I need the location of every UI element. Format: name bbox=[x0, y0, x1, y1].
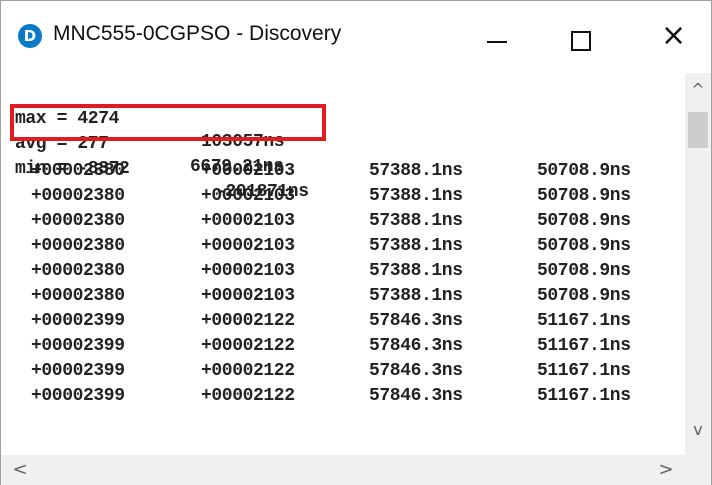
data-cell: 57846.3ns bbox=[369, 336, 463, 356]
data-cell: +00002103 bbox=[201, 161, 295, 181]
data-cell: 50708.9ns bbox=[537, 261, 631, 281]
data-cell: 57388.1ns bbox=[369, 236, 463, 256]
horizontal-scrollbar[interactable]: < > bbox=[1, 455, 685, 485]
vertical-scrollbar[interactable]: ^ v bbox=[685, 73, 711, 455]
data-cell: 57388.1ns bbox=[369, 161, 463, 181]
scroll-right-icon[interactable]: > bbox=[653, 455, 679, 485]
data-cell: 57388.1ns bbox=[369, 211, 463, 231]
scroll-left-icon[interactable]: < bbox=[7, 455, 33, 485]
data-cell: +00002380 bbox=[31, 161, 125, 181]
maximize-button[interactable] bbox=[546, 9, 616, 67]
data-cell: +00002399 bbox=[31, 386, 125, 406]
minimize-button[interactable] bbox=[462, 9, 532, 67]
data-cell: 57846.3ns bbox=[369, 361, 463, 381]
data-cell: +00002380 bbox=[31, 261, 125, 281]
window-title: MNC555-0CGPSO - Discovery bbox=[53, 22, 342, 45]
data-cell: +00002399 bbox=[31, 361, 125, 381]
scroll-down-icon[interactable]: v bbox=[685, 417, 711, 443]
scrollbar-corner bbox=[685, 455, 711, 485]
data-cell: 50708.9ns bbox=[537, 286, 631, 306]
data-cell: 51167.1ns bbox=[537, 361, 631, 381]
data-cell: +00002380 bbox=[31, 286, 125, 306]
data-cell: 50708.9ns bbox=[537, 161, 631, 181]
data-cell: 57388.1ns bbox=[369, 286, 463, 306]
data-cell: +00002122 bbox=[201, 336, 295, 356]
data-cell: +00002122 bbox=[201, 386, 295, 406]
data-cell: 51167.1ns bbox=[537, 311, 631, 331]
data-cell: 50708.9ns bbox=[537, 211, 631, 231]
data-cell: +00002103 bbox=[201, 261, 295, 281]
data-cell: +00002399 bbox=[31, 336, 125, 356]
title-bar[interactable]: D MNC555-0CGPSO - Discovery × bbox=[1, 1, 711, 67]
data-cell: 50708.9ns bbox=[537, 236, 631, 256]
scroll-up-icon[interactable]: ^ bbox=[685, 77, 711, 103]
vertical-scroll-thumb[interactable] bbox=[688, 112, 708, 148]
data-cell: 57388.1ns bbox=[369, 186, 463, 206]
close-icon: × bbox=[661, 18, 687, 53]
discovery-window: D MNC555-0CGPSO - Discovery × max = 4274… bbox=[0, 0, 712, 485]
data-cell: +00002122 bbox=[201, 361, 295, 381]
maximize-icon bbox=[571, 31, 591, 51]
close-button[interactable]: × bbox=[639, 9, 709, 67]
data-cell: 51167.1ns bbox=[537, 336, 631, 356]
data-cell: +00002380 bbox=[31, 211, 125, 231]
data-cell: +00002103 bbox=[201, 236, 295, 256]
data-cell: 57846.3ns bbox=[369, 386, 463, 406]
data-cell: +00002103 bbox=[201, 211, 295, 231]
data-cell: 50708.9ns bbox=[537, 186, 631, 206]
data-cell: 57846.3ns bbox=[369, 311, 463, 331]
data-cell: 57388.1ns bbox=[369, 261, 463, 281]
data-cell: +00002380 bbox=[31, 236, 125, 256]
avg-highlight-box bbox=[10, 104, 326, 141]
data-cell: +00002122 bbox=[201, 311, 295, 331]
data-cell: +00002380 bbox=[31, 186, 125, 206]
data-cell: +00002103 bbox=[201, 286, 295, 306]
data-cell: 51167.1ns bbox=[537, 386, 631, 406]
discovery-app-icon: D bbox=[18, 24, 42, 48]
data-cell: +00002103 bbox=[201, 186, 295, 206]
minimize-icon bbox=[487, 41, 507, 43]
data-cell: +00002399 bbox=[31, 311, 125, 331]
